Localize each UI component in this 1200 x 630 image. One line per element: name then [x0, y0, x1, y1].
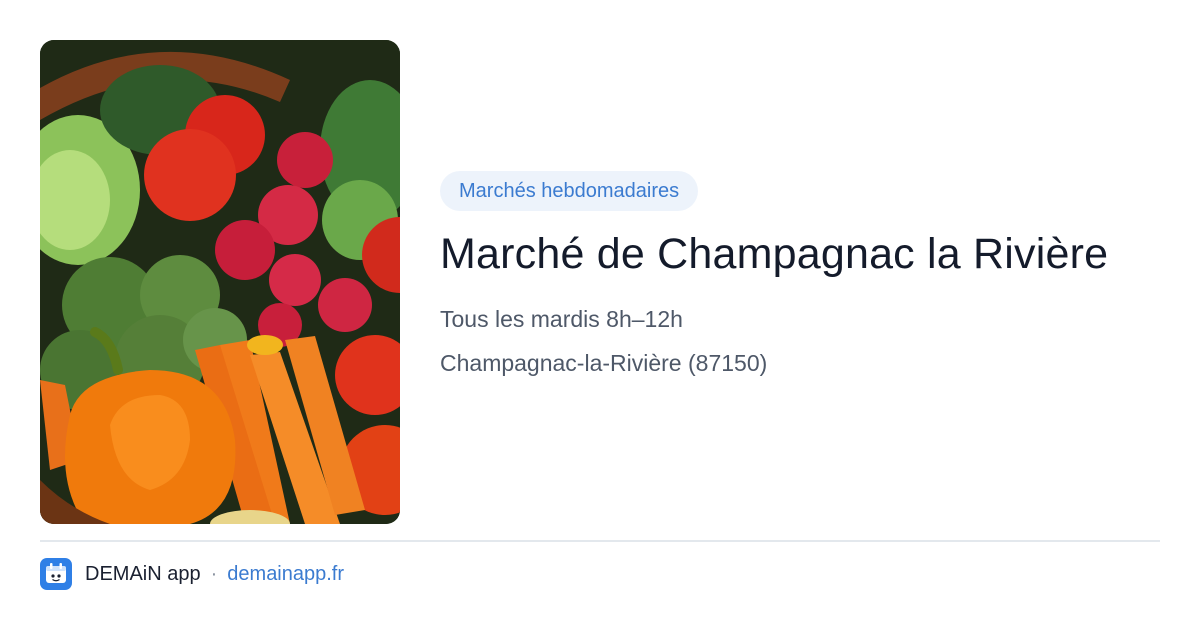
vegetables-photo: [40, 40, 400, 524]
location-text: Champagnac-la-Rivière (87150): [440, 350, 768, 376]
share-card: Marchés hebdomadaires Marché de Champagn…: [0, 0, 1200, 630]
footer: DEMAiN app · demainapp.fr: [40, 558, 344, 590]
divider: [40, 540, 1160, 542]
market-info: Marchés hebdomadaires Marché de Champagn…: [440, 171, 1160, 378]
footer-separator: ·: [210, 562, 218, 585]
page-title: Marché de Champagnac la Rivière: [440, 230, 1109, 278]
domain-link[interactable]: demainapp.fr: [227, 563, 344, 586]
category-tag[interactable]: Marchés hebdomadaires: [440, 171, 699, 211]
schedule-text: Tous les mardis 8h–12h: [440, 306, 683, 332]
brand-name: DEMAiN app: [85, 562, 201, 585]
demain-app-icon: [40, 558, 72, 590]
